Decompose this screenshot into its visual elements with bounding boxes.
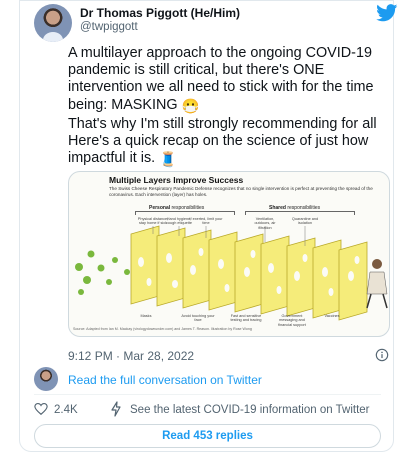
twitter-bird-icon[interactable]: [376, 4, 398, 22]
bottom-label: Fast and sensitive testing and tracing: [230, 314, 262, 323]
tweet-text: A multilayer approach to the ongoing COV…: [68, 45, 388, 169]
bottom-label: Vaccines: [324, 314, 340, 318]
mask-emoji: 😷: [181, 98, 200, 115]
divider: [34, 394, 381, 395]
personal-bracket: [135, 211, 235, 215]
read-conversation-link[interactable]: Read the full conversation on Twitter: [68, 373, 262, 387]
bottom-label: Masks: [140, 314, 152, 318]
top-label: Ventilation, outdoors, air filtration: [254, 217, 276, 230]
infographic-title: Multiple Layers Improve Success: [109, 175, 244, 185]
tweet-paragraph-1: A multilayer approach to the ongoing COV…: [68, 45, 378, 113]
shared-bracket: [245, 211, 355, 215]
person-figure: [366, 259, 388, 309]
top-label: If exerted, limit your time: [189, 217, 223, 226]
covid-info-link[interactable]: See the latest COVID-19 information on T…: [130, 404, 369, 416]
infographic-source: Source: Adapted from Ian M. Mackay (viro…: [73, 327, 252, 331]
author-avatar[interactable]: [34, 4, 72, 42]
like-count[interactable]: 2.4K: [54, 404, 78, 416]
read-replies-button[interactable]: Read 453 replies: [34, 424, 381, 448]
infographic-subtitle: The Swiss Cheese Respiratory Pandemic De…: [109, 186, 373, 197]
lightning-bolt-icon: [111, 401, 121, 417]
tweet-paragraph-2: That's why I'm still strongly recommendi…: [68, 115, 381, 167]
author-handle[interactable]: @twpiggott: [80, 21, 138, 33]
bottom-label: Government messaging and financial suppo…: [278, 314, 306, 327]
heart-icon[interactable]: [34, 402, 48, 416]
reply-avatar[interactable]: [34, 367, 58, 391]
top-label: Quarantine and isolation: [291, 217, 319, 226]
author-name[interactable]: Dr Thomas Piggott (He/Him): [80, 6, 240, 20]
tweet-image-infographic[interactable]: Multiple Layers Improve Success The Swis…: [68, 171, 390, 337]
tweet-embed-card: Dr Thomas Piggott (He/Him) @twpiggott A …: [19, 0, 398, 452]
tweet-timestamp[interactable]: 9:12 PM · Mar 28, 2022: [68, 349, 194, 363]
info-icon[interactable]: [375, 348, 389, 362]
bottom-label: Avoid touching your face: [181, 314, 215, 323]
cheese-layers: [130, 225, 368, 321]
thread-emoji: 🧵: [159, 152, 178, 169]
